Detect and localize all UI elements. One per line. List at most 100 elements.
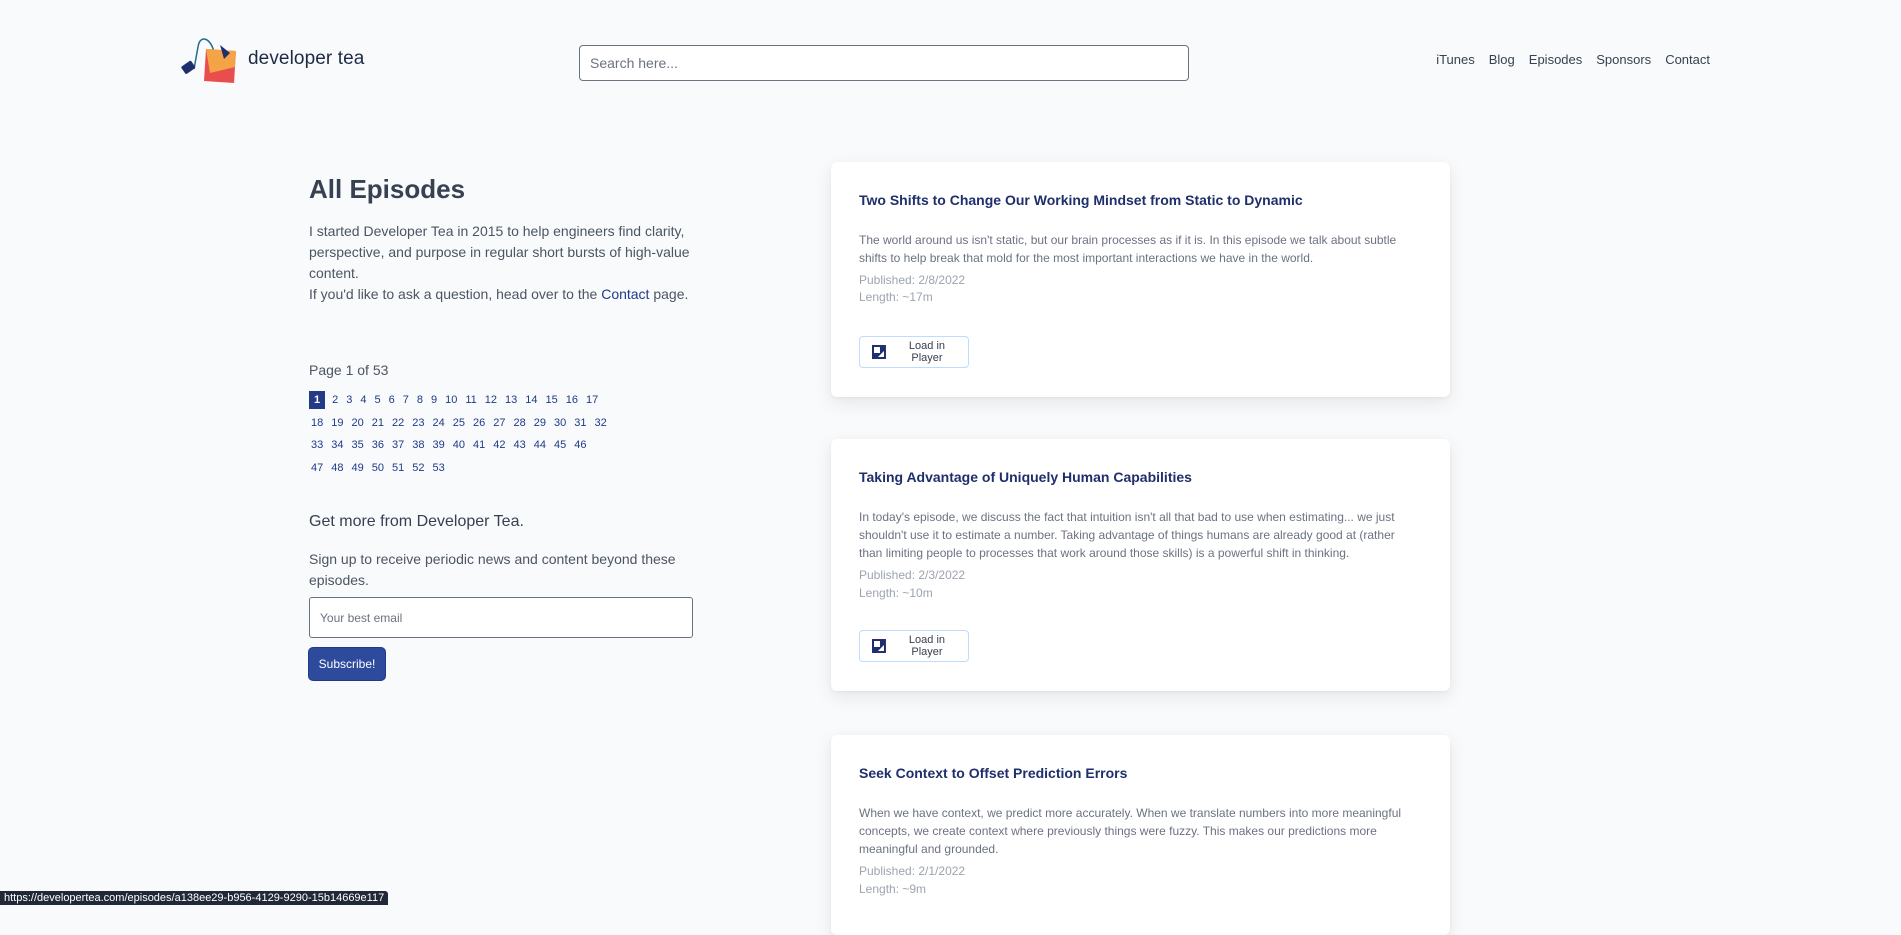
page-link-13[interactable]: 13: [503, 391, 523, 409]
intro-text-2-after: page.: [649, 286, 689, 302]
page-link-46[interactable]: 46: [572, 436, 592, 454]
nav-episodes[interactable]: Episodes: [1529, 52, 1582, 67]
page-link-37[interactable]: 37: [390, 436, 410, 454]
page-link-16[interactable]: 16: [564, 391, 584, 409]
episode-title[interactable]: Taking Advantage of Uniquely Human Capab…: [859, 469, 1192, 485]
page-link-52[interactable]: 52: [410, 459, 430, 477]
episode-description: The world around us isn't static, but ou…: [859, 233, 1397, 265]
episode-card: Two Shifts to Change Our Working Mindset…: [831, 162, 1450, 397]
page-link-30[interactable]: 30: [552, 414, 572, 432]
player-icon: [872, 345, 886, 359]
intro-text-1: I started Developer Tea in 2015 to help …: [309, 223, 690, 281]
page-link-50[interactable]: 50: [370, 459, 390, 477]
page-link-38[interactable]: 38: [410, 436, 430, 454]
page-link-18[interactable]: 18: [309, 414, 329, 432]
page-link-4[interactable]: 4: [358, 391, 372, 409]
site-logo[interactable]: developer tea: [180, 33, 364, 85]
page-link-51[interactable]: 51: [390, 459, 410, 477]
pagination-row: 33 34 35 36 37 38 39 40 41 42 43 44 45 46: [309, 434, 689, 457]
page-link-7[interactable]: 7: [401, 391, 415, 409]
search-input[interactable]: [579, 45, 1189, 81]
page-link-2[interactable]: 2: [330, 391, 344, 409]
page-link-35[interactable]: 35: [350, 436, 370, 454]
player-icon: [872, 639, 886, 653]
page-link-12[interactable]: 12: [483, 391, 503, 409]
page-link-8[interactable]: 8: [415, 391, 429, 409]
page-title: All Episodes: [309, 174, 466, 204]
page-link-9[interactable]: 9: [429, 391, 443, 409]
nav-contact[interactable]: Contact: [1665, 52, 1710, 67]
page-link-33[interactable]: 33: [309, 436, 329, 454]
page-link-14[interactable]: 14: [523, 391, 543, 409]
episode-published: Published: 2/8/2022: [859, 273, 966, 287]
browser-status-url: https://developertea.com/episodes/a138ee…: [0, 891, 389, 905]
signup-text: Sign up to receive periodic news and con…: [309, 551, 676, 588]
pagination-row: 1 2 3 4 5 6 7 8 9 10 11 12 13 14 15 16 17: [309, 389, 689, 412]
page-info: Page 1 of 53: [309, 362, 389, 378]
episode-description: When we have context, we predict more ac…: [859, 806, 1402, 856]
page-link-19[interactable]: 19: [329, 414, 349, 432]
page-link-28[interactable]: 28: [512, 414, 532, 432]
nav-sponsors[interactable]: Sponsors: [1596, 52, 1651, 67]
page-link-44[interactable]: 44: [532, 436, 552, 454]
load-in-player-button[interactable]: Load in Player: [859, 336, 969, 368]
page-link-36[interactable]: 36: [370, 436, 390, 454]
page-link-42[interactable]: 42: [491, 436, 511, 454]
pagination-row: 47 48 49 50 51 52 53: [309, 457, 689, 480]
page-link-25[interactable]: 25: [451, 414, 471, 432]
nav-itunes[interactable]: iTunes: [1436, 52, 1475, 67]
page-link-23[interactable]: 23: [410, 414, 430, 432]
pagination: 1 2 3 4 5 6 7 8 9 10 11 12 13 14 15 16 17 18 19 20 21 22 23 24 2…: [309, 389, 689, 479]
page-link-41[interactable]: 41: [471, 436, 491, 454]
episode-published: Published: 2/3/2022: [859, 568, 966, 582]
page-link-6[interactable]: 6: [387, 391, 401, 409]
page-link-27[interactable]: 27: [491, 414, 511, 432]
page-link-10[interactable]: 10: [443, 391, 463, 409]
page-link-15[interactable]: 15: [544, 391, 564, 409]
page-link-47[interactable]: 47: [309, 459, 329, 477]
page-link-45[interactable]: 45: [552, 436, 572, 454]
page-link-11[interactable]: 11: [463, 391, 482, 409]
intro-section: All Episodes I started Developer Tea in …: [309, 170, 699, 305]
page-link-39[interactable]: 39: [431, 436, 451, 454]
episode-title[interactable]: Seek Context to Offset Prediction Errors: [859, 765, 1127, 781]
page-link-32[interactable]: 32: [593, 414, 613, 432]
pagination-row: 18 19 20 21 22 23 24 25 26 27 28 29 30 31 32: [309, 412, 689, 435]
email-field[interactable]: [309, 597, 693, 638]
page-link-31[interactable]: 31: [572, 414, 592, 432]
tea-bag-logo-icon: [181, 38, 236, 83]
page-link-29[interactable]: 29: [532, 414, 552, 432]
episode-length: Length: ~10m: [859, 586, 933, 600]
main-nav: iTunes Blog Episodes Sponsors Contact: [1436, 52, 1710, 67]
page-link-53[interactable]: 53: [431, 459, 451, 477]
page-link-34[interactable]: 34: [329, 436, 349, 454]
page-link-1[interactable]: 1: [309, 391, 326, 410]
episode-description: In today's episode, we discuss the fact …: [859, 510, 1395, 560]
load-in-player-label: Load in Player: [908, 340, 946, 364]
load-in-player-button[interactable]: Load in Player: [859, 630, 969, 662]
episode-length: Length: ~9m: [859, 882, 927, 896]
page-link-5[interactable]: 5: [373, 391, 387, 409]
page-link-3[interactable]: 3: [344, 391, 358, 409]
page-link-49[interactable]: 49: [350, 459, 370, 477]
episode-title[interactable]: Two Shifts to Change Our Working Mindset…: [859, 192, 1303, 208]
load-in-player-label: Load in Player: [908, 634, 946, 658]
episode-published: Published: 2/1/2022: [859, 864, 966, 878]
intro-text-2-before: If you'd like to ask a question, head ov…: [309, 286, 602, 302]
episode-card: Taking Advantage of Uniquely Human Capab…: [831, 439, 1450, 691]
page-link-26[interactable]: 26: [471, 414, 491, 432]
nav-blog[interactable]: Blog: [1489, 52, 1515, 67]
page-link-24[interactable]: 24: [431, 414, 451, 432]
episode-length: Length: ~17m: [859, 290, 933, 304]
subscribe-button[interactable]: Subscribe!: [309, 648, 385, 680]
contact-link[interactable]: Contact: [601, 286, 649, 302]
page-link-17[interactable]: 17: [584, 391, 604, 409]
page-link-20[interactable]: 20: [350, 414, 370, 432]
signup-heading: Get more from Developer Tea.: [309, 513, 524, 530]
page-link-21[interactable]: 21: [370, 414, 390, 432]
page-link-48[interactable]: 48: [329, 459, 349, 477]
page-link-43[interactable]: 43: [512, 436, 532, 454]
page-link-22[interactable]: 22: [390, 414, 410, 432]
page-link-40[interactable]: 40: [451, 436, 471, 454]
brand-name: developer tea: [248, 48, 365, 69]
